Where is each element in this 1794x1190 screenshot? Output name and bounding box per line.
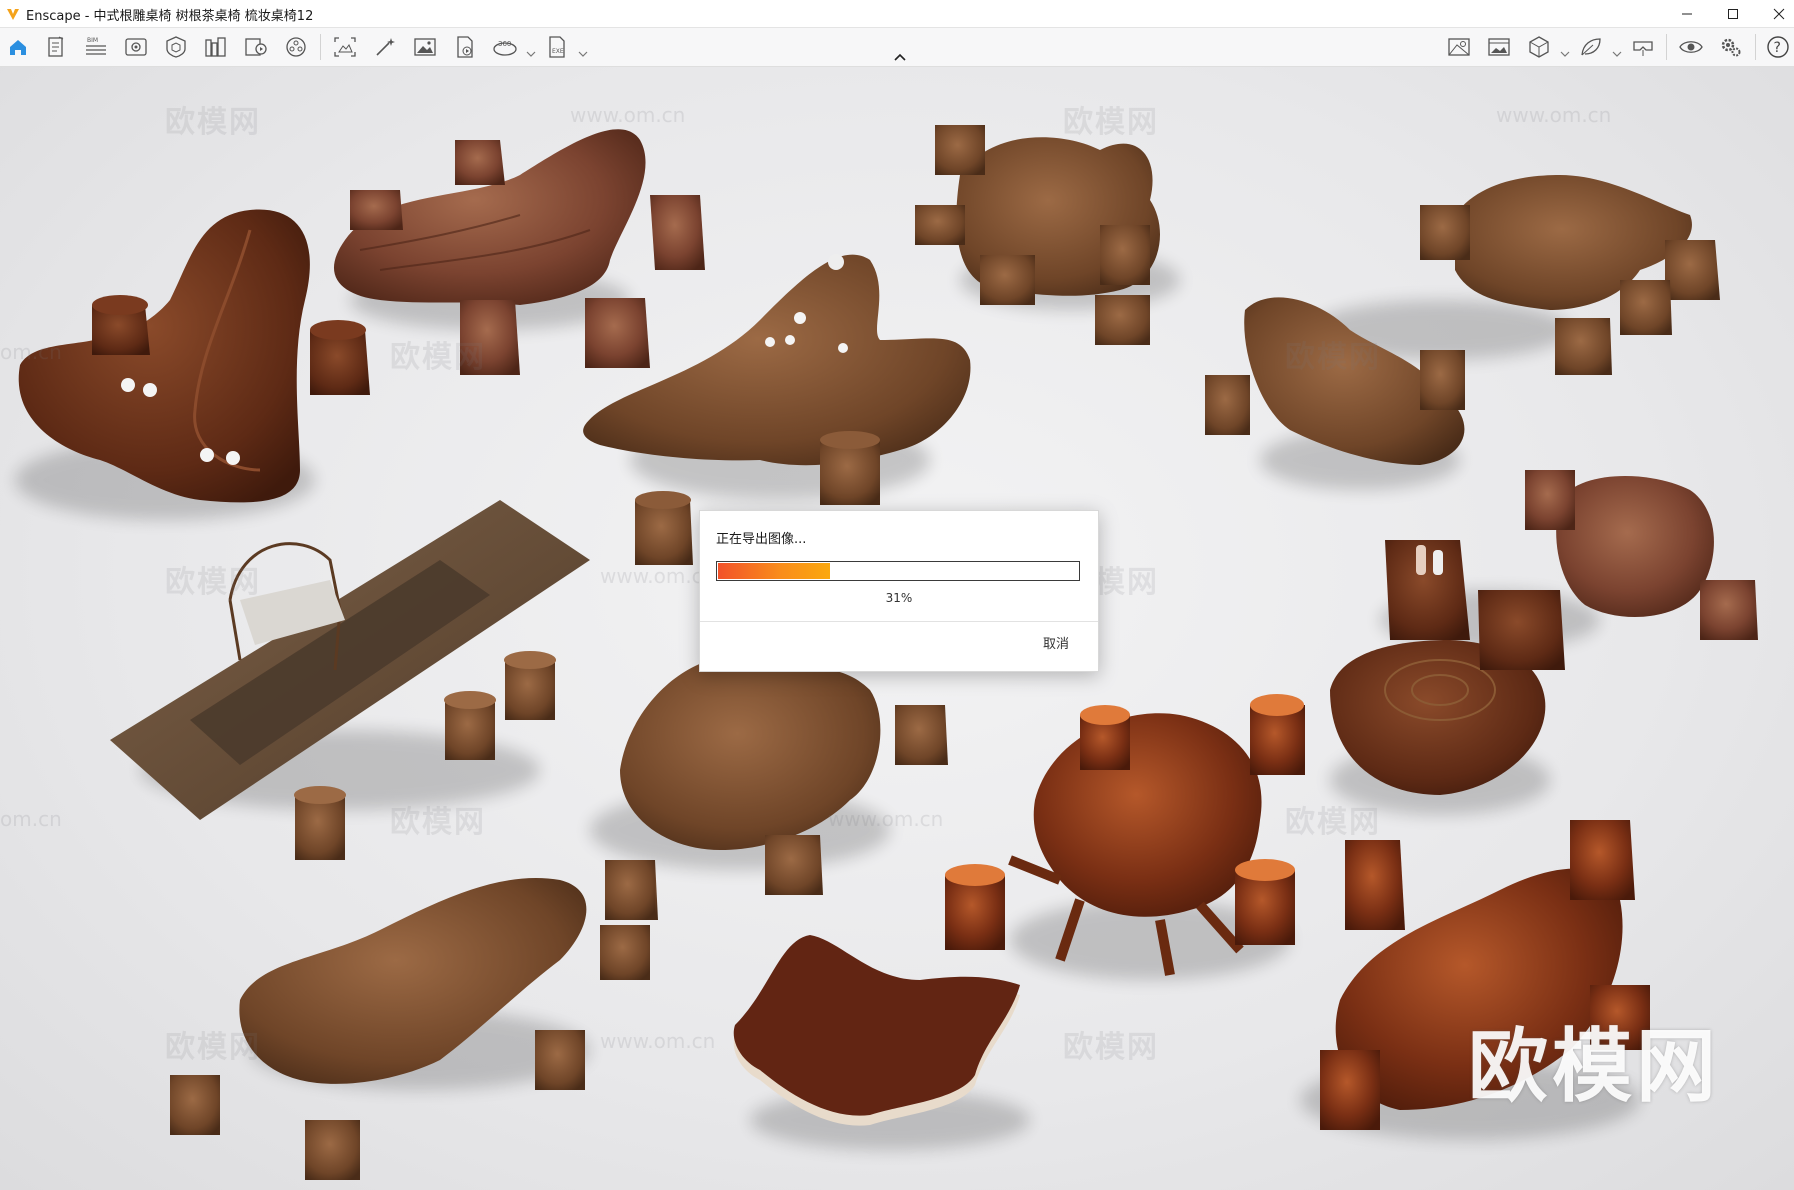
pano-circle-icon[interactable]	[282, 34, 310, 60]
progress-fill	[718, 563, 830, 579]
chevron-down-icon[interactable]	[578, 43, 588, 57]
toolbar-separator	[1755, 34, 1756, 60]
watermark-url: www.om.cn	[1496, 103, 1612, 127]
panorama-360-icon[interactable]: 360	[491, 34, 519, 60]
svg-text:EXE: EXE	[552, 48, 564, 55]
watermark-url: www.om.cn	[600, 1029, 716, 1053]
svg-text:?: ?	[1774, 40, 1781, 56]
chevron-down-icon[interactable]	[1560, 43, 1570, 57]
watermark-url: om.cn	[0, 340, 62, 364]
watermark-url: om.cn	[0, 807, 62, 831]
exe-export-icon[interactable]: EXE	[543, 34, 571, 60]
watermark-text: 欧模网	[165, 105, 261, 140]
watermark-text: 欧模网	[1063, 1030, 1159, 1065]
image-icon[interactable]	[1485, 34, 1513, 60]
view-icon[interactable]	[122, 34, 150, 60]
vr-headset-icon[interactable]	[1629, 34, 1657, 60]
video-book-icon[interactable]	[242, 34, 270, 60]
title-bar: Enscape - 中式根雕桌椅 树根茶桌椅 梳妆桌椅12	[0, 0, 1794, 28]
settings-gears-icon[interactable]	[1717, 34, 1745, 60]
watermark-text: 欧模网	[390, 805, 486, 840]
minimize-button[interactable]	[1664, 0, 1710, 27]
watermark-text: 欧模网	[165, 1030, 261, 1065]
watermark-text: 欧模网	[390, 340, 486, 375]
enscape-logo-icon	[6, 6, 20, 25]
watermark-text: 欧模网	[1063, 105, 1159, 140]
document-icon[interactable]	[42, 34, 70, 60]
window-title: Enscape - 中式根雕桌椅 树根茶桌椅 梳妆桌椅12	[26, 9, 314, 24]
stool	[310, 320, 370, 395]
watermark-text: 欧模网	[165, 565, 261, 600]
progress-percent-label: 31%	[885, 591, 913, 605]
svg-text:360: 360	[498, 40, 511, 48]
export-progress-bar	[716, 561, 1080, 581]
pdf-export-icon[interactable]	[451, 34, 479, 60]
watermark-url: www.om.cn	[570, 103, 686, 127]
close-icon	[1773, 8, 1785, 20]
image-export-icon[interactable]	[411, 34, 439, 60]
dialog-divider	[700, 621, 1098, 622]
help-icon[interactable]: ?	[1764, 34, 1792, 60]
maximize-icon	[1728, 9, 1738, 19]
toolbar-separator	[1666, 34, 1667, 60]
screenshot-icon[interactable]	[331, 34, 359, 60]
watermark-text: 欧模网	[1285, 340, 1381, 375]
chevron-down-icon[interactable]	[1612, 43, 1622, 57]
stool	[92, 295, 150, 355]
dialog-title: 正在导出图像...	[716, 532, 807, 547]
svg-text:BIM: BIM	[87, 37, 98, 44]
watermark-text: 欧模网	[1285, 805, 1381, 840]
root-table	[1033, 713, 1262, 917]
magic-wand-icon[interactable]	[371, 34, 399, 60]
close-button[interactable]	[1756, 0, 1794, 27]
leaf-icon[interactable]	[1577, 34, 1605, 60]
maximize-button[interactable]	[1710, 0, 1756, 27]
chevron-down-icon[interactable]	[526, 43, 536, 57]
watermark-url: www.om.cn	[828, 807, 944, 831]
map-pin-icon[interactable]	[1445, 34, 1473, 60]
root-table	[1556, 476, 1714, 617]
bim-list-icon[interactable]: BIM	[82, 34, 110, 60]
cube-icon[interactable]	[1525, 34, 1553, 60]
cancel-button[interactable]: 取消	[1028, 632, 1084, 658]
collapse-toolbar-toggle[interactable]	[892, 49, 908, 63]
minimize-icon	[1682, 13, 1692, 15]
library-icon[interactable]	[202, 34, 230, 60]
eye-icon[interactable]	[1677, 34, 1705, 60]
toolbar-separator	[320, 34, 321, 60]
export-progress-dialog: 正在导出图像... 31% 取消	[699, 510, 1099, 672]
brand-watermark: 欧模网	[1468, 1020, 1720, 1113]
cube-shield-icon[interactable]	[162, 34, 190, 60]
chevron-up-icon	[894, 53, 906, 61]
home-icon[interactable]	[4, 34, 32, 60]
